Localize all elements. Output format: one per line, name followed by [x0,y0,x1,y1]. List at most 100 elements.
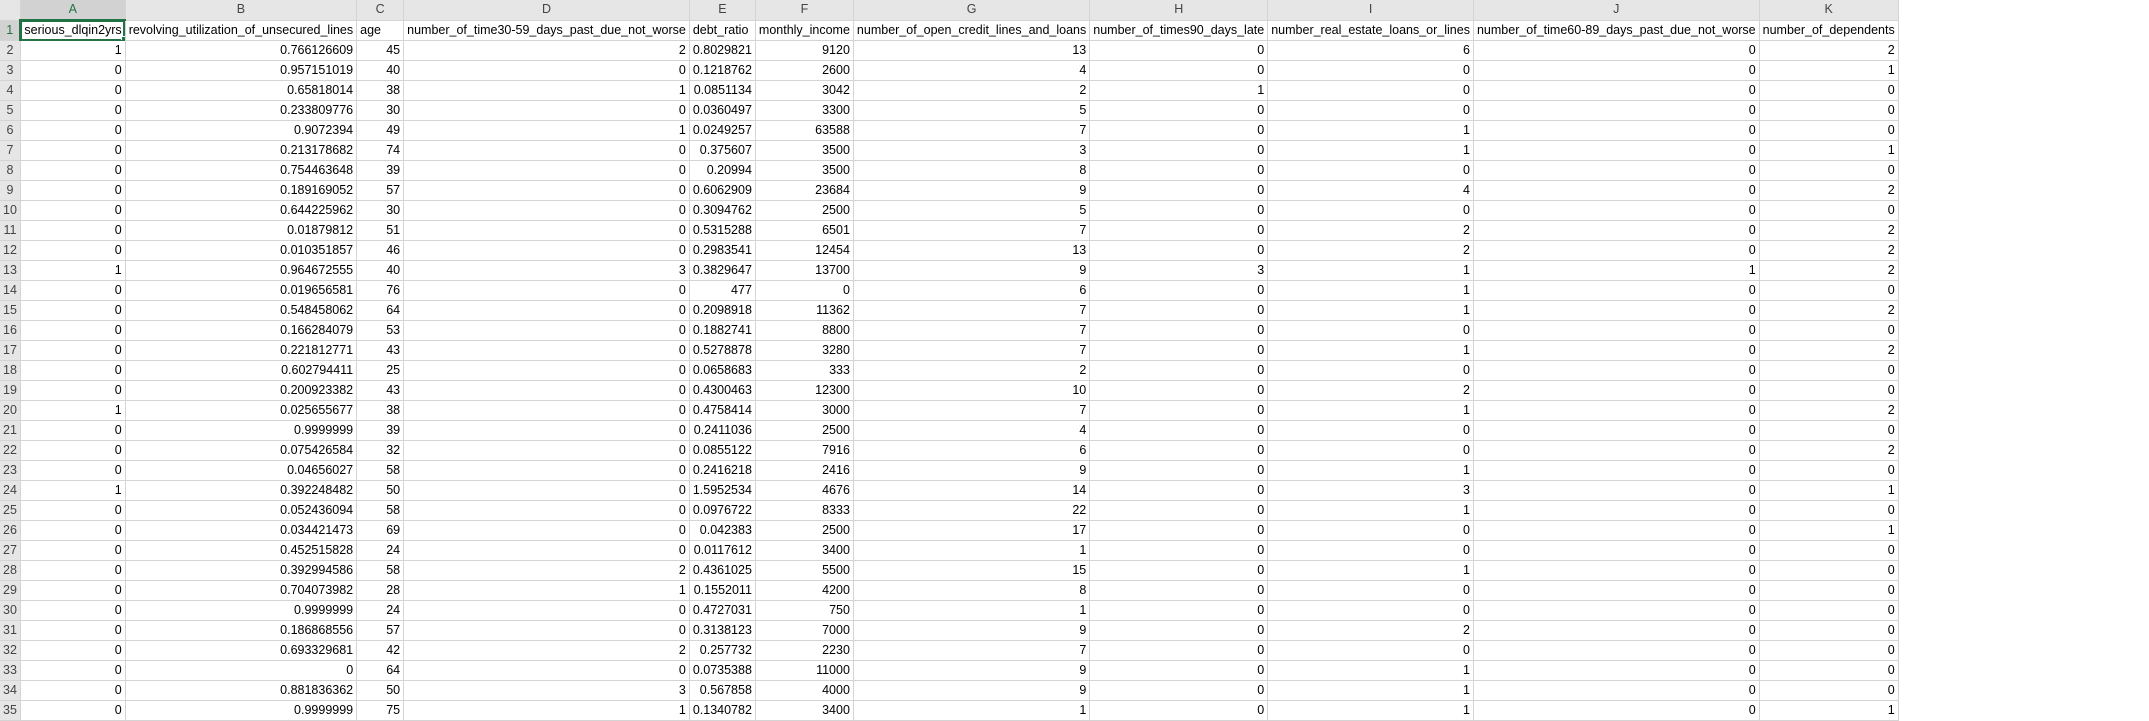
data-cell[interactable]: 0 [20,460,126,481]
data-cell[interactable]: 40 [356,60,405,81]
data-cell[interactable]: 22 [853,500,1091,521]
data-cell[interactable]: 0.4758414 [689,400,756,421]
data-cell[interactable]: 0.257732 [689,640,756,661]
row-header-22[interactable]: 22 [0,440,21,461]
data-cell[interactable]: 0 [1089,100,1269,121]
column-header-k[interactable]: K [1759,0,1899,21]
data-cell[interactable]: 0 [1089,560,1269,581]
data-cell[interactable]: 0 [1759,100,1899,121]
data-cell[interactable]: 0 [1473,700,1760,721]
data-cell[interactable]: 0 [1473,340,1760,361]
data-cell[interactable]: 0 [1089,700,1269,721]
data-cell[interactable]: 0 [1473,460,1760,481]
data-cell[interactable]: 0 [403,320,690,341]
data-cell[interactable]: 0 [20,640,126,661]
data-cell[interactable]: 13 [853,40,1091,61]
data-cell[interactable]: 0 [1473,400,1760,421]
data-cell[interactable]: 50 [356,480,405,501]
data-cell[interactable]: 0 [20,320,126,341]
column-title-cell[interactable]: number_of_time60-89_days_past_due_not_wo… [1473,20,1760,41]
data-cell[interactable]: 0 [1473,180,1760,201]
data-cell[interactable]: 1 [20,400,126,421]
data-cell[interactable]: 0.186868556 [125,620,358,641]
row-header-4[interactable]: 4 [0,80,21,101]
column-title-cell[interactable]: number_of_dependents [1759,20,1899,41]
data-cell[interactable]: 3 [853,140,1091,161]
row-header-10[interactable]: 10 [0,200,21,221]
data-cell[interactable]: 0 [403,140,690,161]
data-cell[interactable]: 0.4727031 [689,600,756,621]
data-cell[interactable]: 0 [20,540,126,561]
data-cell[interactable]: 0.2411036 [689,420,756,441]
data-cell[interactable]: 0 [20,140,126,161]
data-cell[interactable]: 0 [1267,640,1474,661]
data-cell[interactable]: 0 [1089,500,1269,521]
data-cell[interactable]: 0.233809776 [125,100,358,121]
data-cell[interactable]: 12454 [755,240,854,261]
data-cell[interactable]: 0 [1089,320,1269,341]
column-title-cell[interactable]: serious_dlqin2yrs [20,20,126,41]
data-cell[interactable]: 0 [403,600,690,621]
data-cell[interactable]: 1 [853,600,1091,621]
data-cell[interactable]: 0 [1089,200,1269,221]
data-cell[interactable]: 2 [403,640,690,661]
data-cell[interactable]: 0 [1089,180,1269,201]
data-cell[interactable]: 0 [20,280,126,301]
data-cell[interactable]: 0.644225962 [125,200,358,221]
data-cell[interactable]: 7000 [755,620,854,641]
data-cell[interactable]: 1 [1759,480,1899,501]
data-cell[interactable]: 3500 [755,160,854,181]
data-cell[interactable]: 1 [1759,60,1899,81]
data-cell[interactable]: 0 [1089,520,1269,541]
row-header-3[interactable]: 3 [0,60,21,81]
data-cell[interactable]: 0.65818014 [125,80,358,101]
column-header-b[interactable]: B [125,0,358,21]
data-cell[interactable]: 0 [403,220,690,241]
data-cell[interactable]: 9 [853,180,1091,201]
data-cell[interactable]: 0.2416218 [689,460,756,481]
row-header-11[interactable]: 11 [0,220,21,241]
data-cell[interactable]: 2416 [755,460,854,481]
data-cell[interactable]: 2 [1759,440,1899,461]
data-cell[interactable]: 2500 [755,520,854,541]
data-cell[interactable]: 8800 [755,320,854,341]
data-cell[interactable]: 9120 [755,40,854,61]
data-cell[interactable]: 1 [1267,260,1474,281]
column-header-g[interactable]: G [853,0,1091,21]
data-cell[interactable]: 39 [356,420,405,441]
data-cell[interactable]: 0 [1089,120,1269,141]
data-cell[interactable]: 0 [1089,460,1269,481]
column-header-d[interactable]: D [403,0,690,21]
data-cell[interactable]: 1 [1473,260,1760,281]
data-cell[interactable]: 2 [1759,340,1899,361]
data-cell[interactable]: 0 [1267,200,1474,221]
data-cell[interactable]: 0 [1473,600,1760,621]
row-header-2[interactable]: 2 [0,40,21,61]
data-cell[interactable]: 13700 [755,260,854,281]
row-header-9[interactable]: 9 [0,180,21,201]
data-cell[interactable]: 0.0658683 [689,360,756,381]
data-cell[interactable]: 7 [853,220,1091,241]
data-cell[interactable]: 0 [1759,280,1899,301]
data-cell[interactable]: 1 [1267,400,1474,421]
data-cell[interactable]: 2 [1759,300,1899,321]
data-cell[interactable]: 0 [1267,100,1474,121]
data-cell[interactable]: 0 [1759,500,1899,521]
data-cell[interactable]: 0.04656027 [125,460,358,481]
row-header-25[interactable]: 25 [0,500,21,521]
data-cell[interactable]: 2500 [755,200,854,221]
data-cell[interactable]: 2 [1759,400,1899,421]
data-cell[interactable]: 2 [1759,180,1899,201]
data-cell[interactable]: 0 [1089,440,1269,461]
select-all-corner[interactable] [0,0,21,21]
data-cell[interactable]: 0 [1089,340,1269,361]
data-cell[interactable]: 1 [1267,500,1474,521]
data-cell[interactable]: 0.189169052 [125,180,358,201]
data-cell[interactable]: 0.766126609 [125,40,358,61]
data-cell[interactable]: 0 [20,520,126,541]
row-header-35[interactable]: 35 [0,700,21,721]
data-cell[interactable]: 0.3138123 [689,620,756,641]
data-cell[interactable]: 0.0851134 [689,80,756,101]
data-cell[interactable]: 5 [853,100,1091,121]
data-cell[interactable]: 0 [1089,140,1269,161]
